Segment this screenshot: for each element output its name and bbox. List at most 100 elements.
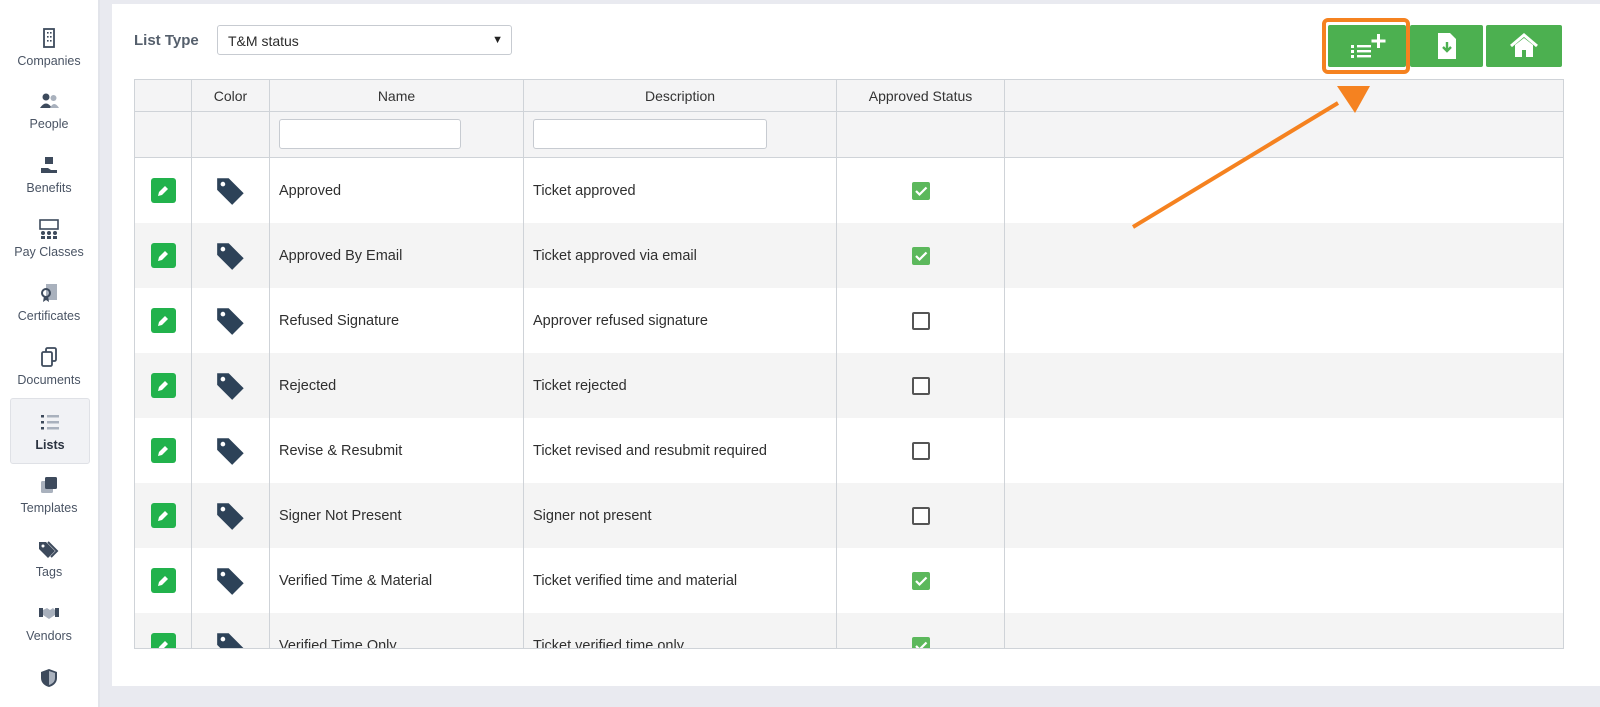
table-row: Verified Time Only Ticket verified time o…: [135, 613, 1563, 648]
handshake-icon: [39, 607, 59, 619]
documents-icon: [41, 346, 57, 367]
description-cell: Ticket approved via email: [524, 223, 837, 288]
tag-icon: [216, 632, 244, 648]
edit-button[interactable]: [150, 503, 176, 528]
sidebar-item-label: Certificates: [17, 308, 81, 323]
sidebar-item-label: Pay Classes: [14, 244, 84, 259]
table-row: Refused Signature Approver refused signat…: [135, 288, 1563, 353]
add-list-item-icon: [1351, 34, 1386, 58]
approved-status-cell: [837, 353, 1005, 418]
approved-checkbox[interactable]: [911, 441, 930, 460]
edit-button[interactable]: [150, 243, 176, 268]
column-header-approved-status: Approved Status: [837, 80, 1005, 111]
color-cell: [192, 548, 270, 613]
edit-button[interactable]: [150, 438, 176, 463]
column-header-name: Name: [270, 80, 524, 111]
edit-button[interactable]: [150, 308, 176, 333]
tags-icon: [39, 540, 59, 558]
filter-cell-empty: [192, 112, 270, 157]
approved-checkbox[interactable]: [911, 376, 930, 395]
description-cell: Ticket approved: [524, 158, 837, 223]
column-header-color: Color: [192, 80, 270, 111]
description-filter-input[interactable]: [533, 119, 767, 149]
edit-cell: [135, 548, 192, 613]
sidebar-item-people[interactable]: People: [10, 78, 88, 142]
download-button[interactable]: [1410, 25, 1483, 67]
sidebar-item-label: Companies: [17, 53, 81, 68]
edit-button[interactable]: [150, 373, 176, 398]
list-type-select[interactable]: T&M status ▼: [217, 25, 512, 55]
description-cell: Ticket revised and resubmit required: [524, 418, 837, 483]
filter-row: [135, 112, 1563, 158]
sidebar-item-security[interactable]: [10, 660, 88, 700]
description-cell: Approver refused signature: [524, 288, 837, 353]
tag-icon: [216, 307, 244, 335]
benefits-icon: [41, 156, 57, 173]
table-row: Rejected Ticket rejected: [135, 353, 1563, 418]
name-filter-input[interactable]: [279, 119, 461, 149]
edit-button[interactable]: [150, 178, 176, 203]
approved-checkbox[interactable]: [911, 506, 930, 525]
pay-classes-icon: [39, 218, 59, 239]
sidebar-item-vendors[interactable]: Vendors: [10, 590, 88, 654]
description-cell: Signer not present: [524, 483, 837, 548]
sidebar-item-label: Tags: [35, 564, 63, 579]
edit-cell: [135, 613, 192, 648]
sidebar-item-documents[interactable]: Documents: [10, 334, 88, 398]
description-cell: Ticket verified time and material: [524, 548, 837, 613]
sidebar-item-label: People: [29, 116, 69, 131]
table-row: Signer Not Present Signer not present: [135, 483, 1563, 548]
checkmark-icon: [914, 576, 927, 586]
sidebar-item-templates[interactable]: Templates: [10, 462, 88, 526]
home-button[interactable]: [1486, 25, 1562, 67]
edit-cell: [135, 158, 192, 223]
approved-status-cell: [837, 288, 1005, 353]
sidebar-item-certificates[interactable]: Certificates: [10, 270, 88, 334]
list-icon: [41, 414, 59, 429]
sidebar-item-label: Vendors: [26, 628, 72, 643]
approved-checkbox[interactable]: [911, 571, 930, 590]
name-cell: Refused Signature: [270, 288, 524, 353]
name-cell: Approved: [270, 158, 524, 223]
add-list-item-button[interactable]: [1328, 25, 1406, 67]
home-icon: [1510, 33, 1538, 57]
checkmark-icon: [914, 186, 927, 196]
edit-cell: [135, 353, 192, 418]
sidebar-item-pay-classes[interactable]: Pay Classes: [10, 206, 88, 270]
edit-button[interactable]: [150, 568, 176, 593]
filter-cell-description: [524, 112, 837, 157]
color-cell: [192, 158, 270, 223]
sidebar-item-label: Benefits: [26, 180, 72, 195]
approved-checkbox[interactable]: [911, 311, 930, 330]
edit-cell: [135, 483, 192, 548]
approved-status-cell: [837, 483, 1005, 548]
pencil-icon: [158, 445, 168, 456]
column-header-description: Description: [524, 80, 837, 111]
approved-checkbox[interactable]: [911, 636, 930, 648]
main-panel: List Type T&M status ▼ Color Name Descri: [112, 4, 1600, 686]
sidebar-nav: Companies People Benefits Pay Classes Ce…: [0, 0, 100, 707]
color-cell: [192, 418, 270, 483]
sidebar-item-companies[interactable]: Companies: [10, 15, 88, 79]
tag-icon: [216, 437, 244, 465]
list-type-value: T&M status: [228, 33, 299, 49]
sidebar-item-tags[interactable]: Tags: [10, 526, 88, 590]
sidebar-item-benefits[interactable]: Benefits: [10, 142, 88, 206]
sidebar-item-lists[interactable]: Lists: [10, 398, 90, 464]
color-cell: [192, 483, 270, 548]
table-row: Approved By Email Ticket approved via ema…: [135, 223, 1563, 288]
color-cell: [192, 353, 270, 418]
approved-checkbox[interactable]: [911, 181, 930, 200]
edit-button[interactable]: [150, 633, 176, 648]
sidebar-item-label: Lists: [35, 437, 65, 452]
filter-cell-empty: [135, 112, 192, 157]
pencil-icon: [158, 640, 168, 648]
approved-status-cell: [837, 418, 1005, 483]
shield-icon: [41, 668, 57, 687]
pencil-icon: [158, 250, 168, 261]
table-row: Revise & Resubmit Ticket revised and resu…: [135, 418, 1563, 483]
tag-icon: [216, 502, 244, 530]
color-cell: [192, 613, 270, 648]
approved-status-cell: [837, 158, 1005, 223]
approved-checkbox[interactable]: [911, 246, 930, 265]
